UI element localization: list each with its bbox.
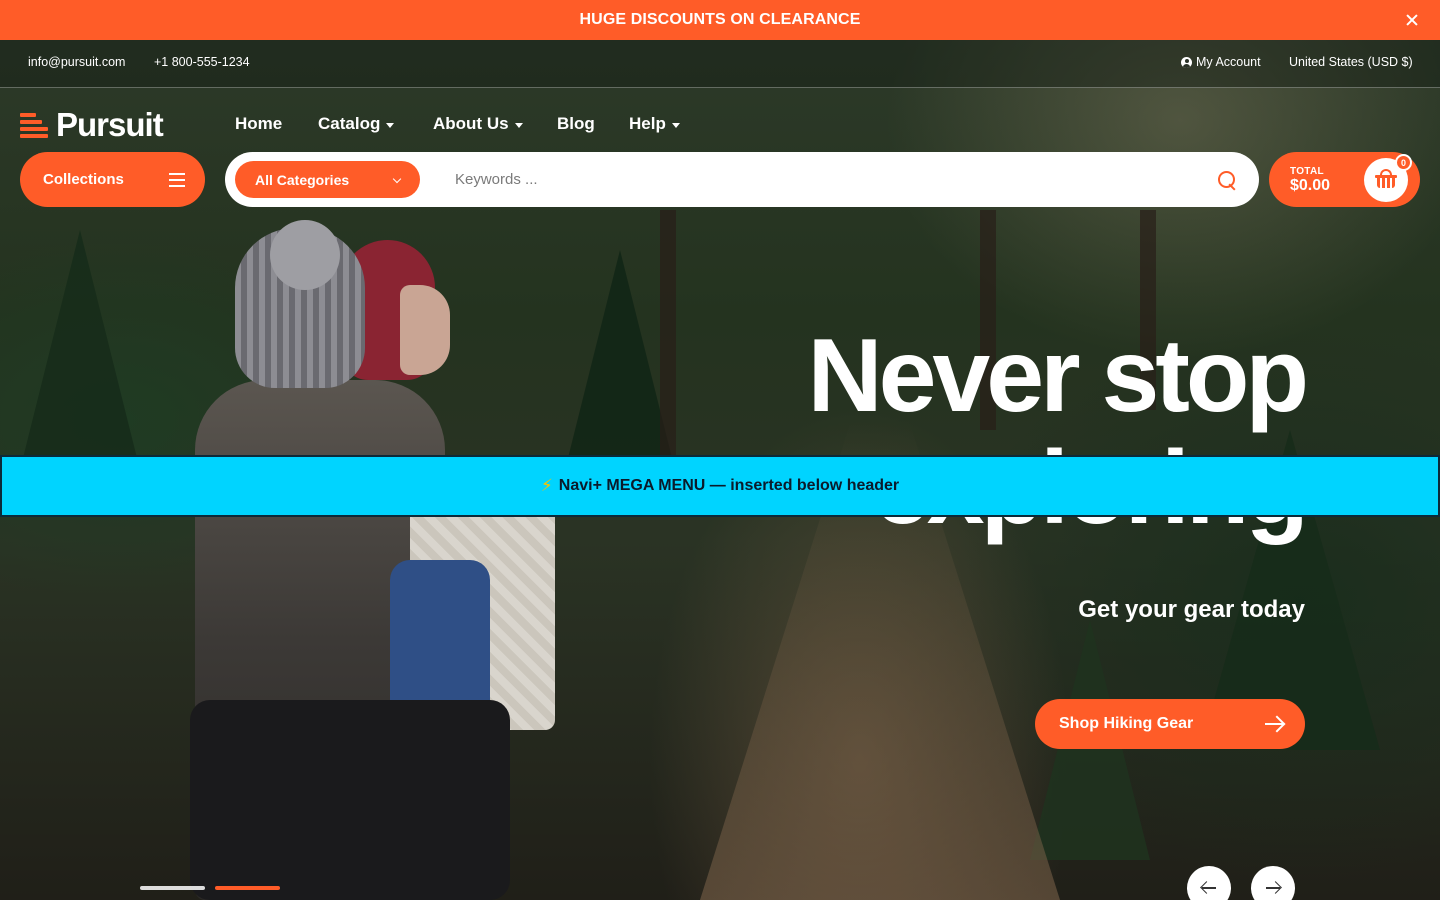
caret-down-icon (386, 122, 395, 128)
category-select-label: All Categories (255, 171, 350, 188)
caret-down-icon (671, 122, 680, 128)
contact-phone-link[interactable]: +1 800-555-1234 (154, 55, 250, 69)
nav-about-label: About Us (433, 114, 509, 133)
collections-button[interactable]: Collections (20, 152, 205, 207)
shop-hiking-gear-button[interactable]: Shop Hiking Gear (1035, 699, 1305, 749)
cta-label: Shop Hiking Gear (1059, 715, 1194, 732)
caret-down-icon (514, 122, 523, 128)
nav-home-label: Home (235, 114, 283, 133)
arrow-left-icon (1202, 887, 1216, 889)
slide-indicator-2-active[interactable] (215, 886, 280, 890)
utility-bar: info@pursuit.com +1 800-555-1234 My Acco… (0, 40, 1440, 88)
hamburger-icon (169, 173, 185, 187)
logo[interactable]: Pursuit (20, 106, 164, 143)
nav-about[interactable]: About Us (433, 114, 523, 134)
announcement-bar: HUGE DISCOUNTS ON CLEARANCE (0, 0, 1440, 40)
arrow-right-icon (1265, 723, 1283, 725)
cart-total-label: TOTAL (1290, 166, 1324, 177)
collections-label: Collections (43, 171, 124, 188)
nav-home[interactable]: Home (235, 114, 282, 134)
currency-selector[interactable]: United States (USD $) (1289, 55, 1413, 69)
nav-help-label: Help (629, 114, 666, 133)
user-circle-icon (1181, 56, 1192, 68)
basket-icon (1375, 169, 1397, 188)
search-bar: All Categories (225, 152, 1259, 207)
mega-menu-banner[interactable]: ⚡ Navi+ MEGA MENU — inserted below heade… (0, 455, 1440, 517)
category-select[interactable]: All Categories (235, 161, 420, 198)
search-icon[interactable] (1218, 171, 1238, 191)
mega-menu-label: Navi+ MEGA MENU — inserted below header (558, 477, 900, 494)
nav-blog-label: Blog (557, 114, 595, 133)
logo-mark-icon (20, 111, 48, 139)
close-icon[interactable] (1402, 10, 1422, 30)
arrow-right-icon (1266, 887, 1280, 889)
lightning-bolt-icon: ⚡ (540, 476, 553, 495)
nav-catalog[interactable]: Catalog (318, 114, 395, 134)
logo-text: Pursuit (56, 106, 164, 143)
my-account-label: My Account (1196, 55, 1261, 69)
my-account-link[interactable]: My Account (1181, 55, 1261, 69)
nav-catalog-label: Catalog (318, 114, 381, 133)
cart-total-value: $0.00 (1290, 177, 1331, 194)
search-input[interactable] (455, 161, 1195, 198)
cart-count-badge: 0 (1395, 154, 1412, 171)
hero-subtitle: Get your gear today (1078, 596, 1305, 623)
contact-email-link[interactable]: info@pursuit.com (28, 55, 125, 69)
announcement-text: HUGE DISCOUNTS ON CLEARANCE (579, 11, 861, 28)
nav-help[interactable]: Help (629, 114, 680, 134)
nav-blog[interactable]: Blog (557, 114, 595, 134)
slide-indicator-1[interactable] (140, 886, 205, 890)
chevron-down-icon (392, 174, 402, 184)
